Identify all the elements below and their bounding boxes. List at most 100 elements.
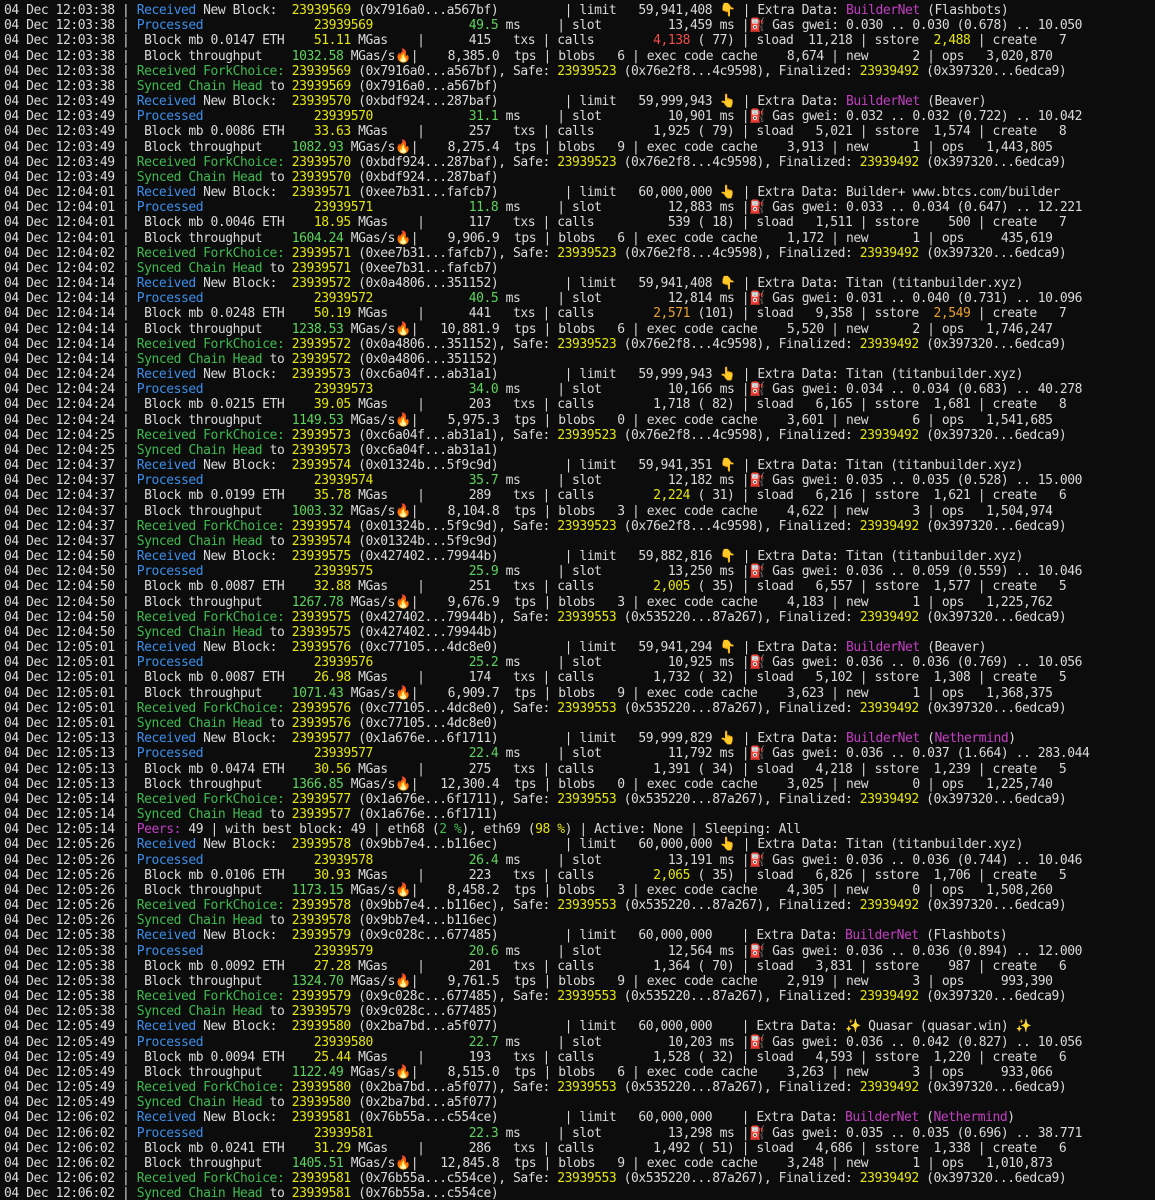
log-segment: 04 Dec 12:04:24 | Block throughput (4, 412, 292, 428)
terminal-window[interactable]: 04 Dec 12:03:38 | Received New Block: 23… (0, 0, 1155, 1200)
log-segment: MGas/s🔥| 12,845.8 tps | blobs 9 | exec c… (343, 1155, 1053, 1171)
log-segment: 23939573 (291, 367, 351, 383)
log-line: 04 Dec 12:05:49 | Synced Chain Head to 2… (4, 1095, 499, 1111)
log-segment: 25.9 (468, 564, 499, 580)
log-segment: 04 Dec 12:05:26 | (4, 852, 137, 868)
log-segment (203, 109, 314, 124)
log-line: 04 Dec 12:05:14 | Peers: 49 | with best … (4, 822, 801, 837)
log-segment (373, 655, 469, 670)
log-line: 04 Dec 12:05:14 | Synced Chain Head to 2… (4, 807, 499, 822)
log-segment: 04 Dec 12:05:01 | (4, 640, 137, 656)
log-segment: MGas | 251 txs | calls (350, 579, 654, 595)
log-segment: 23939577 (291, 791, 351, 807)
log-segment: New Block: (195, 731, 292, 747)
log-line: 04 Dec 12:03:49 | Synced Chain Head to 2… (4, 170, 499, 185)
log-segment: (0x397320...6edca9) (918, 791, 1067, 807)
log-line: 04 Dec 12:05:13 | Block mb 0.0474 ETH 30… (4, 762, 1067, 777)
log-segment: New Block: (195, 640, 292, 656)
log-segment: 23939492 (859, 63, 919, 79)
log-line: 04 Dec 12:05:26 | Block mb 0.0106 ETH 30… (4, 867, 1067, 883)
log-segment: Received (136, 94, 196, 110)
log-segment: New Block: (195, 367, 292, 383)
log-segment: (0x01324b...5f9c9d), Safe: (350, 518, 558, 534)
log-segment: (0x9bb7e4...b116ec), Safe: (350, 898, 558, 914)
log-segment: 31.1 (468, 109, 499, 125)
log-line: 04 Dec 12:05:13 | Block throughput 1366.… (4, 777, 1053, 792)
log-segment: New Block: (195, 185, 292, 201)
log-segment: (101) | sload 9,358 | sstore (690, 306, 934, 322)
log-segment: 04 Dec 12:04:02 | (4, 260, 137, 276)
log-segment: 23939492 (859, 898, 919, 914)
log-segment: 04 Dec 12:04:01 | (4, 185, 137, 201)
log-line: 04 Dec 12:04:14 | Received ForkChoice: 2… (4, 337, 1067, 352)
log-segment: 04 Dec 12:03:38 | (4, 63, 137, 79)
log-segment: 23939570 (291, 94, 351, 110)
log-segment: (Flashbots) (919, 3, 1009, 18)
log-segment: (0x9c028c...677485), Safe: (350, 989, 558, 1005)
log-line: 04 Dec 12:05:01 | Received ForkChoice: 2… (4, 700, 1067, 716)
log-segment: 25.44 (313, 1049, 351, 1065)
log-segment: 04 Dec 12:06:02 | Block throughput (4, 1155, 292, 1171)
log-segment: 04 Dec 12:05:14 | (4, 791, 137, 807)
log-segment (284, 701, 291, 716)
log-segment: (Flashbots) (918, 928, 1008, 944)
log-segment: (0x2ba7bd...a5f077) (350, 1095, 499, 1111)
log-segment: (0x7916a0...a567bf) (350, 78, 499, 94)
log-segment: Received ForkChoice: (136, 427, 285, 443)
log-segment: Synced Chain Head (136, 1004, 263, 1020)
log-segment: 23939578 (291, 837, 351, 853)
log-segment: 49.5 (468, 18, 499, 34)
log-segment: to (262, 351, 292, 367)
log-segment: MGas/s🔥| 9,676.9 tps | blobs 3 | exec co… (343, 594, 1053, 610)
log-segment: BuilderNet (845, 3, 920, 18)
log-segment: 04 Dec 12:05:14 | (4, 822, 137, 838)
log-segment (284, 155, 291, 170)
log-segment: 23939578 (291, 898, 351, 914)
log-segment: (0xee7b31...fafcb7), Safe: (350, 245, 558, 261)
log-segment: Processed (136, 655, 204, 671)
log-line: 04 Dec 12:05:01 | Received New Block: 23… (4, 640, 987, 656)
log-segment: (0x397320...6edca9) (918, 63, 1067, 79)
log-segment: (0x9c028c...677485) | limit 60,000,000 |… (350, 928, 845, 944)
log-segment: 23939569 (291, 3, 351, 18)
log-segment: (0x535220...87a267), Finalized: (616, 609, 860, 625)
log-segment: Synced Chain Head (136, 260, 263, 276)
log-segment (373, 291, 469, 306)
log-segment: to (262, 1004, 292, 1020)
log-segment: MGas | 223 txs | calls (350, 867, 654, 883)
log-segment (373, 200, 469, 215)
log-segment: Received ForkChoice: (136, 700, 285, 716)
log-line: 04 Dec 12:05:14 | Received ForkChoice: 2… (4, 791, 1067, 807)
log-segment: 34.0 (468, 382, 499, 398)
log-segment: 04 Dec 12:04:37 | Block throughput (4, 503, 292, 519)
log-segment: ( 77) | sload 11,218 | sstore (690, 33, 934, 49)
log-segment: (0x427402...79944b), Safe: (350, 609, 558, 625)
log-segment: 04 Dec 12:03:49 | Block throughput (4, 139, 292, 155)
log-segment (203, 655, 314, 670)
log-segment: 04 Dec 12:05:38 | (4, 943, 137, 959)
log-segment: 23939579 (291, 928, 351, 944)
log-segment: 04 Dec 12:06:02 | (4, 1171, 137, 1187)
log-segment (284, 246, 291, 261)
log-segment: (0x76b55a...c554ce), Safe: (350, 1171, 558, 1187)
log-segment: 23939574 (291, 518, 351, 534)
log-segment: (0x76e2f8...4c9598), Finalized: (616, 245, 860, 261)
log-segment: Synced Chain Head (136, 78, 263, 94)
log-line: 04 Dec 12:04:37 | Received ForkChoice: 2… (4, 518, 1067, 534)
log-segment: 04 Dec 12:05:38 | (4, 989, 137, 1005)
log-segment (203, 564, 314, 579)
log-segment (284, 1171, 291, 1186)
log-segment: Received ForkChoice: (136, 245, 285, 261)
log-segment: Received (136, 185, 196, 201)
log-segment: 23939492 (859, 989, 919, 1005)
log-line: 04 Dec 12:03:38 | Block mb 0.0147 ETH 51… (4, 33, 1067, 49)
log-segment: Nethermind (934, 731, 1009, 747)
log-segment: 04 Dec 12:03:38 | (4, 78, 137, 94)
log-segment: Synced Chain Head (136, 1186, 263, 1200)
log-segment: 2,488 (933, 33, 971, 49)
log-segment: 23939523 (557, 518, 617, 534)
log-line: 04 Dec 12:03:38 | Synced Chain Head to 2… (4, 78, 499, 94)
log-segment: ms | slot 13,459 ms |⛽ Gas gwei: 0.030 .… (498, 18, 1083, 34)
log-segment: 1149.53 (291, 412, 344, 428)
log-line: 04 Dec 12:05:49 | Received New Block: 23… (4, 1019, 1032, 1034)
